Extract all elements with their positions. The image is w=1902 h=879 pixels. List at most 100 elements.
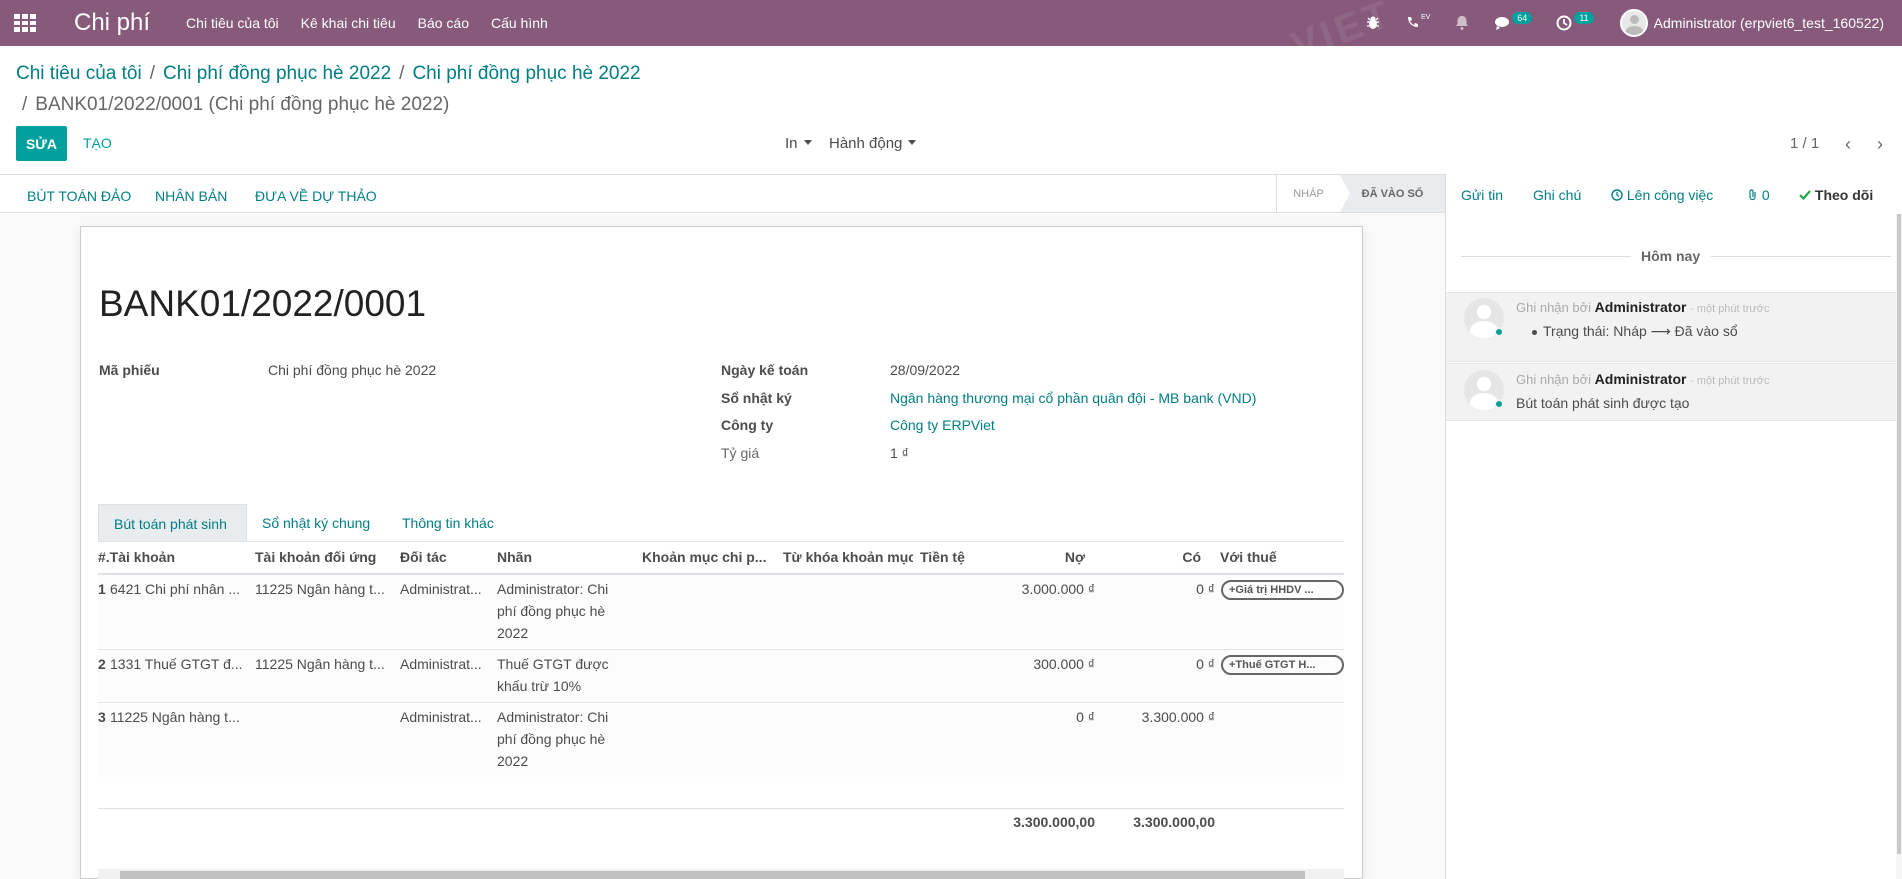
row-label[interactable]: Administrator: Chi phí đồng phục hè 2022	[497, 706, 627, 772]
breadcrumb-item-expense[interactable]: Chi phí đồng phục hè 2022	[412, 63, 640, 84]
duplicate-button[interactable]: NHÂN BẢN	[155, 188, 227, 204]
company-link[interactable]: Công ty ERPViet	[890, 417, 995, 433]
log-note-button[interactable]: Ghi chú	[1533, 187, 1581, 203]
schedule-activity-label: Lên công việc	[1626, 187, 1714, 203]
col-label[interactable]: Nhãn	[497, 549, 637, 565]
reset-to-draft-button[interactable]: ĐƯA VỀ DỰ THẢO	[255, 188, 377, 204]
journal-link[interactable]: Ngân hàng thương mại cổ phần quân đội - …	[890, 390, 1256, 406]
today-label: Hôm nay	[1641, 248, 1701, 264]
row-account[interactable]: 1331 Thuế GTGT đ...	[110, 653, 250, 675]
attachments-button[interactable]: 0	[1747, 187, 1770, 203]
edit-button[interactable]: SỬA	[16, 126, 67, 161]
row-index: 1	[98, 581, 106, 597]
tab-journal-items[interactable]: Bút toán phát sinh	[98, 504, 247, 542]
row-credit[interactable]: 3.300.000 ₫	[1100, 706, 1215, 728]
phone-icon[interactable]: EV	[1405, 13, 1431, 31]
row-account[interactable]: 6421 Chi phí nhân ...	[110, 578, 250, 600]
user-avatar[interactable]	[1619, 9, 1648, 37]
clock-icon[interactable]: 11	[1556, 12, 1594, 31]
chevron-left-icon[interactable]: ‹	[1845, 134, 1851, 155]
horizontal-scrollbar-thumb[interactable]	[120, 871, 1305, 879]
row-debit[interactable]: 0 ₫	[980, 706, 1095, 728]
col-currency[interactable]: Tiền tệ	[920, 549, 980, 565]
attachments-count: 0	[1761, 187, 1770, 203]
tax-tag[interactable]: +Thuế GTGT H...	[1221, 655, 1344, 675]
row-partner[interactable]: Administrat...	[400, 706, 492, 728]
create-button[interactable]: TẠO	[83, 135, 112, 151]
row-label[interactable]: Thuế GTGT được khấu trừ 10%	[497, 653, 627, 697]
pager-value[interactable]: 1 / 1	[1790, 135, 1819, 152]
breadcrumb-current-label: BANK01/2022/0001 (Chi phí đồng phục hè 2…	[35, 94, 450, 115]
row-label[interactable]: Administrator: Chi phí đồng phục hè 2022	[497, 578, 627, 644]
date-field: 28/09/2022	[890, 362, 961, 378]
tab-other-info[interactable]: Thông tin khác	[387, 504, 509, 542]
send-message-button[interactable]: Gửi tin	[1461, 187, 1503, 203]
message-header: Ghi nhận bởi Administrator - một phút tr…	[1516, 299, 1769, 315]
row-credit[interactable]: 0 ₫	[1100, 653, 1215, 675]
messages-badge: 64	[1512, 12, 1533, 24]
breadcrumb: Chi tiêu của tôi / Chi phí đồng phục hè 20…	[16, 63, 641, 84]
row-account[interactable]: 11225 Ngân hàng t...	[110, 706, 250, 728]
follow-label: Theo dõi	[1814, 187, 1874, 203]
vertical-scrollbar-thumb[interactable]	[1897, 214, 1901, 854]
menu-configuration[interactable]: Cấu hình	[491, 15, 548, 31]
chevron-right-icon[interactable]: ›	[1877, 134, 1883, 155]
menu-reporting[interactable]: Báo cáo	[418, 15, 469, 31]
document-title: BANK01/2022/0001	[99, 283, 427, 324]
reverse-entry-button[interactable]: BÚT TOÁN ĐẢO	[27, 188, 131, 204]
tax-tag[interactable]: +Giá trị HHDV ...	[1221, 580, 1344, 600]
journal-label: Sổ nhật ký	[721, 390, 792, 406]
row-counter-account[interactable]: 11225 Ngân hàng t...	[255, 653, 395, 675]
row-partner[interactable]: Administrat...	[400, 653, 492, 675]
tab-divider	[98, 541, 1344, 542]
user-menu[interactable]: Administrator (erpviet6_test_160522)	[1654, 15, 1884, 31]
total-credit: 3.300.000,00	[1133, 814, 1215, 830]
menu-my-expenses[interactable]: Chi tiêu của tôi	[186, 15, 279, 31]
today-divider-left	[1461, 256, 1631, 257]
menu-expense-reports[interactable]: Kê khai chi tiêu	[301, 15, 396, 31]
row-counter-account[interactable]: 11225 Ngân hàng t...	[255, 578, 395, 600]
bell-icon[interactable]	[1454, 15, 1470, 31]
row-debit[interactable]: 300.000 ₫	[980, 653, 1095, 675]
message-body: Bút toán phát sinh được tạo	[1516, 395, 1690, 411]
col-account[interactable]: #.Tài khoản	[98, 549, 248, 565]
stage-posted: ĐÃ VÀO SỔ	[1340, 175, 1445, 212]
breadcrumb-item-my-expenses[interactable]: Chi tiêu của tôi	[16, 63, 142, 84]
row-credit[interactable]: 0 ₫	[1100, 578, 1215, 600]
message-header: Ghi nhận bởi Administrator - một phút tr…	[1516, 371, 1769, 387]
row-index: 3	[98, 709, 106, 725]
apps-icon[interactable]	[14, 14, 36, 32]
top-navbar: Chi phí Chi tiêu của tôi Kê khai chi tiê…	[0, 0, 1902, 46]
total-debit: 3.300.000,00	[1013, 814, 1095, 830]
breadcrumb-current: / BANK01/2022/0001 (Chi phí đồng phục hè …	[22, 94, 450, 115]
col-taxes[interactable]: Với thuế	[1220, 549, 1344, 565]
company-label: Công ty	[721, 417, 774, 433]
clock-icon	[1611, 189, 1623, 201]
col-partner[interactable]: Đối tác	[400, 549, 490, 565]
col-item-keyword[interactable]: Từ khóa khoản mục	[783, 549, 913, 565]
stage-draft[interactable]: NHÁP	[1276, 175, 1340, 212]
tab-general-ledger[interactable]: Sổ nhật ký chung	[247, 504, 385, 542]
app-title[interactable]: Chi phí	[74, 9, 150, 37]
row-partner[interactable]: Administrat...	[400, 578, 492, 600]
schedule-activity-button[interactable]: Lên công việc	[1611, 187, 1713, 203]
message-author[interactable]: Administrator	[1595, 299, 1687, 315]
ref-label: Mã phiếu	[99, 362, 160, 378]
row-index: 2	[98, 656, 106, 672]
col-counter-account[interactable]: Tài khoản đối ứng	[255, 549, 395, 565]
print-dropdown[interactable]: In	[785, 135, 812, 152]
phone-label: EV	[1420, 13, 1431, 21]
message-author[interactable]: Administrator	[1595, 371, 1687, 387]
col-credit[interactable]: Có	[1100, 549, 1201, 565]
date-label: Ngày kế toán	[721, 362, 809, 378]
col-expense-item[interactable]: Khoản mục chi p...	[642, 549, 767, 565]
follow-button[interactable]: Theo dõi	[1799, 187, 1873, 203]
col-debit[interactable]: Nợ	[990, 549, 1085, 565]
breadcrumb-item-report[interactable]: Chi phí đồng phục hè 2022	[163, 63, 391, 84]
action-dropdown[interactable]: Hành động	[829, 135, 916, 152]
row-debit[interactable]: 3.000.000 ₫	[980, 578, 1095, 600]
bug-icon[interactable]	[1365, 15, 1381, 31]
chatter-panel	[1445, 174, 1902, 879]
chat-icon[interactable]: 64	[1494, 12, 1533, 31]
message-body: Trạng thái: Nháp ⟶ Đã vào sổ	[1532, 323, 1738, 340]
